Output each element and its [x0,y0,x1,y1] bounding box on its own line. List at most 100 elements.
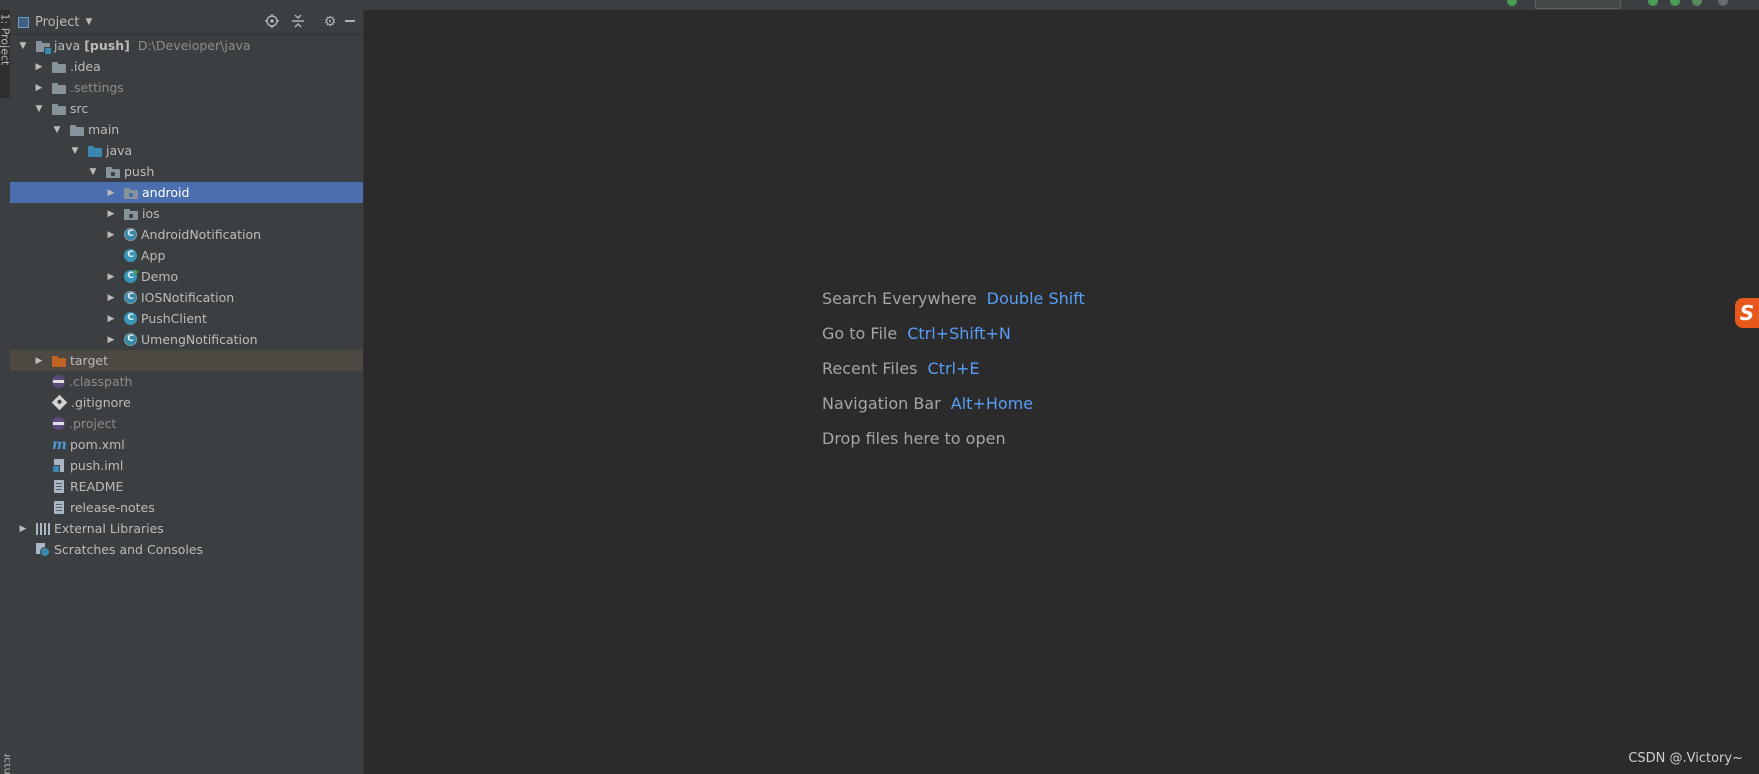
tree-node-label: release-notes [70,500,155,515]
tree-node-java-source-root[interactable]: ▼ java [10,140,363,161]
tree-node-label: UmengNotification [141,332,258,347]
tree-node-label: .project [69,416,117,431]
tree-node-ios[interactable]: ▶ ios [10,203,363,224]
collapsed-arrow-icon[interactable]: ▶ [106,230,116,240]
tree-node-main[interactable]: ▼ main [10,119,363,140]
structure-tool-tab[interactable]: Structure [0,754,11,774]
tree-node-label: pom.xml [70,437,125,452]
tree-node-scratches[interactable]: Scratches and Consoles [10,539,363,560]
tree-node-project-file[interactable]: .project [10,413,363,434]
git-file-icon [51,394,68,411]
tree-node-readme[interactable]: README [10,476,363,497]
project-view-icon [18,16,29,28]
settings-icon[interactable]: ⚙ [322,14,338,30]
hint-navigation-bar: Navigation Bar Alt+Home [822,393,1033,413]
expanded-arrow-icon[interactable]: ▼ [88,167,98,177]
tree-node-label: push.iml [70,458,124,473]
folder-icon [52,60,66,74]
tree-node-src[interactable]: ▼ src [10,98,363,119]
tree-node-label: main [88,122,120,137]
collapsed-arrow-icon[interactable]: ▶ [34,356,44,366]
project-tool-tab[interactable]: 1: Project [0,10,12,98]
tree-node-ios-notification[interactable]: ▶ C IOSNotification [10,287,363,308]
coverage-icon[interactable] [1692,0,1702,6]
module-file-icon [52,459,64,473]
collapsed-arrow-icon[interactable]: ▶ [106,314,116,324]
tree-node-label: java [106,143,133,158]
tree-node-label: IOSNotification [141,290,235,305]
build-icon[interactable] [1507,0,1517,6]
expanded-arrow-icon[interactable]: ▼ [18,41,28,51]
tree-node-root-module: [push] [84,38,130,53]
collapsed-arrow-icon[interactable]: ▶ [18,524,28,534]
tree-node-external-libraries[interactable]: ▶ External Libraries [10,518,363,539]
tree-node-label: App [141,248,166,263]
tree-node-label: Demo [141,269,179,284]
hint-shortcut: Alt+Home [950,393,1034,413]
maven-file-icon: m [52,436,67,453]
hide-icon[interactable] [342,14,358,30]
text-file-icon [54,501,64,514]
runnable-class-icon: C [124,269,139,283]
debug-icon[interactable] [1670,0,1680,6]
input-method-icon[interactable]: S [1735,298,1759,328]
tree-node-android-notification[interactable]: ▶ C AndroidNotification [10,224,363,245]
project-view-selector[interactable]: Project ▼ [18,14,92,30]
package-icon [124,186,138,200]
collapsed-arrow-icon[interactable]: ▶ [106,188,116,198]
run-icon[interactable] [1648,0,1658,6]
collapsed-arrow-icon[interactable]: ▶ [106,335,116,345]
expanded-arrow-icon[interactable]: ▼ [52,125,62,135]
library-icon [36,522,50,535]
tree-node-release-notes[interactable]: release-notes [10,497,363,518]
tree-node-label: target [70,353,109,368]
tree-node-demo[interactable]: ▶ C Demo [10,266,363,287]
expanded-arrow-icon[interactable]: ▼ [70,146,80,156]
tree-node-android[interactable]: ▶ android [10,182,363,203]
tree-node-label: push [124,164,155,179]
tree-node-classpath[interactable]: .classpath [10,371,363,392]
tree-node-pom[interactable]: m pom.xml [10,434,363,455]
collapsed-arrow-icon[interactable]: ▶ [106,293,116,303]
tree-node-umeng-notification[interactable]: ▶ C UmengNotification [10,329,363,350]
editor-empty-area[interactable]: Search Everywhere Double Shift Go to Fil… [364,10,1759,774]
run-configuration-select[interactable] [1535,0,1621,9]
tree-node-push-client[interactable]: ▶ C PushClient [10,308,363,329]
tree-node-label: .gitignore [71,395,131,410]
eclipse-file-icon [52,375,65,388]
source-folder-icon [88,144,102,158]
tree-node-gitignore[interactable]: .gitignore [10,392,363,413]
collapse-all-icon[interactable] [290,14,306,30]
tree-node-target[interactable]: ▶ target [10,350,363,371]
collapsed-arrow-icon[interactable]: ▶ [34,62,44,72]
project-panel-header: Project ▼ ⚙ [10,10,363,35]
hint-label: Navigation Bar [822,393,941,413]
expanded-arrow-icon[interactable]: ▼ [34,104,44,114]
class-icon: C [124,249,137,262]
tree-node-push-iml[interactable]: push.iml [10,455,363,476]
collapsed-arrow-icon[interactable]: ▶ [106,272,116,282]
tree-node-push[interactable]: ▼ push [10,161,363,182]
package-icon [124,207,138,221]
hint-label: Go to File [822,323,898,343]
hint-shortcut: Ctrl+E [927,358,980,378]
locate-icon[interactable] [264,14,280,30]
tree-node-label: ios [142,206,160,221]
collapsed-arrow-icon[interactable]: ▶ [106,209,116,219]
tree-node-idea[interactable]: ▶ .idea [10,56,363,77]
class-icon: C [124,312,137,325]
tree-node-app[interactable]: C App [10,245,363,266]
eclipse-file-icon [52,417,65,430]
hint-drop-files: Drop files here to open [822,428,1006,448]
structure-tool-tab-label: Structure [2,754,11,774]
hint-label: Recent Files [822,358,918,378]
collapsed-arrow-icon[interactable]: ▶ [34,83,44,93]
tree-node-settings[interactable]: ▶ .settings [10,77,363,98]
abstract-class-icon: C [124,228,137,241]
project-panel: Project ▼ ⚙ ▼ java [push] D:\Deveioper\j… [10,10,364,774]
tree-node-root[interactable]: ▼ java [push] D:\Deveioper\java [10,35,363,56]
hint-shortcut: Ctrl+Shift+N [907,323,1011,343]
profile-icon[interactable] [1718,0,1728,6]
abstract-class-icon: C [124,333,137,346]
tree-node-label: External Libraries [54,521,164,536]
